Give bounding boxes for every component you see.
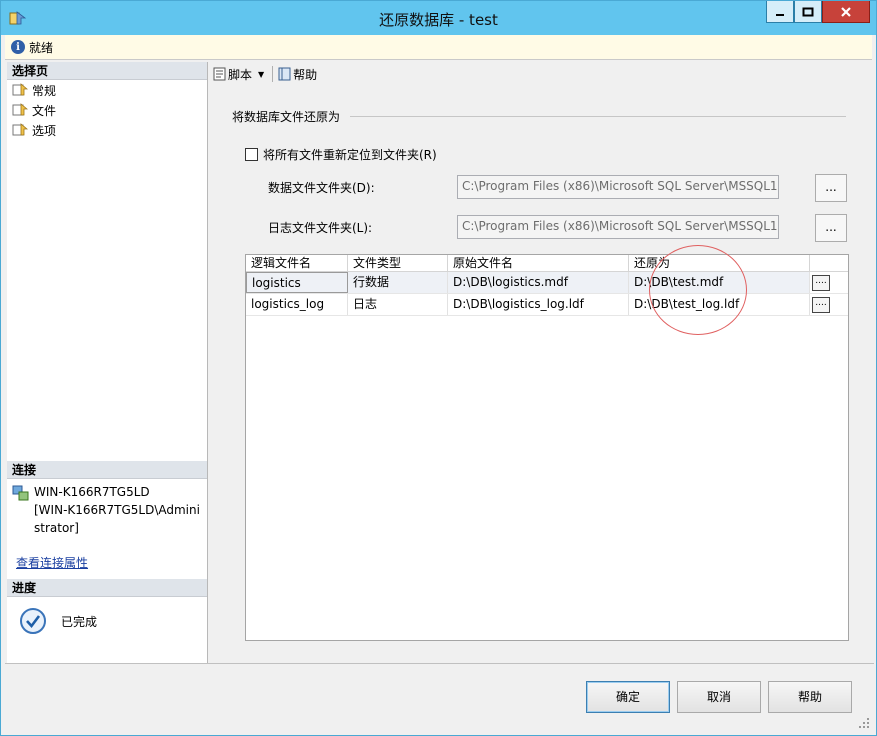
window-title: 还原数据库 - test xyxy=(379,11,498,29)
cancel-button[interactable]: 取消 xyxy=(677,681,761,713)
column-header-restore-as[interactable]: 还原为 xyxy=(629,255,810,271)
close-button[interactable] xyxy=(822,1,870,23)
relocate-all-files-option[interactable]: 将所有文件重新定位到文件夹(R) xyxy=(245,146,437,163)
help-label: 帮助 xyxy=(293,67,318,82)
progress-status-text: 已完成 xyxy=(61,614,98,629)
original-file-cell: D:\DB\logistics_log.ldf xyxy=(448,294,629,315)
nav-item-label: 选项 xyxy=(32,123,57,138)
view-connection-properties-link[interactable]: 查看连接属性 xyxy=(16,554,88,571)
left-pane: 选择页 常规 文件 选项 连接 WIN-K166R7TG5LD [WIN-K16… xyxy=(7,62,208,663)
script-icon xyxy=(213,67,226,81)
ok-button[interactable]: 确定 xyxy=(586,681,670,713)
check-circle-icon xyxy=(20,608,46,634)
data-folder-input[interactable]: C:\Program Files (x86)\Microsoft SQL Ser… xyxy=(457,175,779,199)
help-toolbar-button[interactable]: 帮助 xyxy=(277,66,317,83)
minimize-icon xyxy=(776,13,784,16)
nav-item-label: 文件 xyxy=(32,103,57,118)
connection-section: 连接 WIN-K166R7TG5LD [WIN-K166R7TG5LD\Admi… xyxy=(7,461,207,537)
close-icon xyxy=(841,6,851,17)
log-folder-browse-button[interactable]: ... xyxy=(815,214,847,242)
logical-name-cell[interactable]: logistics_log xyxy=(246,294,348,315)
row-browse-button[interactable]: .... xyxy=(812,275,830,291)
restore-as-cell[interactable]: D:\DB\test.mdf xyxy=(629,272,810,293)
table-row[interactable]: logistics_log 日志 D:\DB\logistics_log.ldf… xyxy=(246,294,848,316)
connection-user-line2: strator] xyxy=(34,521,79,535)
resize-grip-icon[interactable] xyxy=(858,717,870,729)
file-type-cell: 日志 xyxy=(348,294,448,315)
info-icon: i xyxy=(11,40,25,54)
group-divider xyxy=(350,116,846,117)
server-icon xyxy=(12,485,29,501)
help-book-icon xyxy=(278,67,291,81)
progress-section: 进度 已完成 xyxy=(7,579,207,635)
nav-item-files[interactable]: 文件 xyxy=(7,100,207,120)
log-folder-label: 日志文件文件夹(L): xyxy=(268,221,373,235)
main-panel: 将数据库文件还原为 将所有文件重新定位到文件夹(R) 数据文件文件夹(D): C… xyxy=(210,88,870,663)
restore-database-window: 还原数据库 - test i 就绪 选择页 常规 文件 选项 连接 WIN-K1… xyxy=(0,0,877,736)
data-folder-label: 数据文件文件夹(D): xyxy=(268,181,375,195)
toolbar-separator xyxy=(272,66,274,82)
maximize-icon xyxy=(802,7,814,16)
restore-as-cell[interactable]: D:\DB\test_log.ldf xyxy=(629,294,810,315)
file-type-cell: 行数据 xyxy=(348,272,448,293)
restore-files-grid: 逻辑文件名 文件类型 原始文件名 还原为 logistics 行数据 D:\DB… xyxy=(245,254,849,641)
logical-name-cell[interactable]: logistics xyxy=(246,272,348,293)
nav-item-label: 常规 xyxy=(32,83,57,98)
help-button[interactable]: 帮助 xyxy=(768,681,852,713)
script-button[interactable]: 脚本 ▼ xyxy=(212,66,264,83)
relocate-checkbox[interactable] xyxy=(245,148,258,161)
table-row[interactable]: logistics 行数据 D:\DB\logistics.mdf D:\DB\… xyxy=(246,272,848,294)
title-bar[interactable]: 还原数据库 - test xyxy=(1,1,876,35)
page-icon xyxy=(12,123,28,136)
maximize-button[interactable] xyxy=(794,1,822,23)
page-icon xyxy=(12,83,28,96)
status-text: 就绪 xyxy=(29,40,54,55)
nav-item-options[interactable]: 选项 xyxy=(7,120,207,140)
column-header-file-type[interactable]: 文件类型 xyxy=(348,255,448,271)
column-header-original-file[interactable]: 原始文件名 xyxy=(448,255,629,271)
page-icon xyxy=(12,103,28,116)
nav-item-general[interactable]: 常规 xyxy=(7,80,207,100)
restore-files-group-title: 将数据库文件还原为 xyxy=(232,110,341,124)
original-file-cell: D:\DB\logistics.mdf xyxy=(448,272,629,293)
dropdown-arrow-icon[interactable]: ▼ xyxy=(258,70,264,79)
connection-header: 连接 xyxy=(7,461,207,479)
select-page-header: 选择页 xyxy=(7,62,207,80)
grid-header: 逻辑文件名 文件类型 原始文件名 还原为 xyxy=(246,255,848,272)
relocate-label: 将所有文件重新定位到文件夹(R) xyxy=(263,148,437,162)
status-bar: i 就绪 xyxy=(5,35,872,60)
toolbar: 脚本 ▼ 帮助 xyxy=(210,62,870,86)
server-name: WIN-K166R7TG5LD xyxy=(34,485,150,499)
button-bar: 确定 取消 帮助 xyxy=(5,663,874,733)
column-header-blank xyxy=(810,255,834,271)
column-header-logical-name[interactable]: 逻辑文件名 xyxy=(246,255,348,271)
progress-header: 进度 xyxy=(7,579,207,597)
row-browse-button[interactable]: .... xyxy=(812,297,830,313)
connection-user-line1: [WIN-K166R7TG5LD\Admini xyxy=(34,503,200,517)
data-folder-browse-button[interactable]: ... xyxy=(815,174,847,202)
minimize-button[interactable] xyxy=(766,1,794,23)
log-folder-input[interactable]: C:\Program Files (x86)\Microsoft SQL Ser… xyxy=(457,215,779,239)
script-label: 脚本 xyxy=(228,67,253,82)
